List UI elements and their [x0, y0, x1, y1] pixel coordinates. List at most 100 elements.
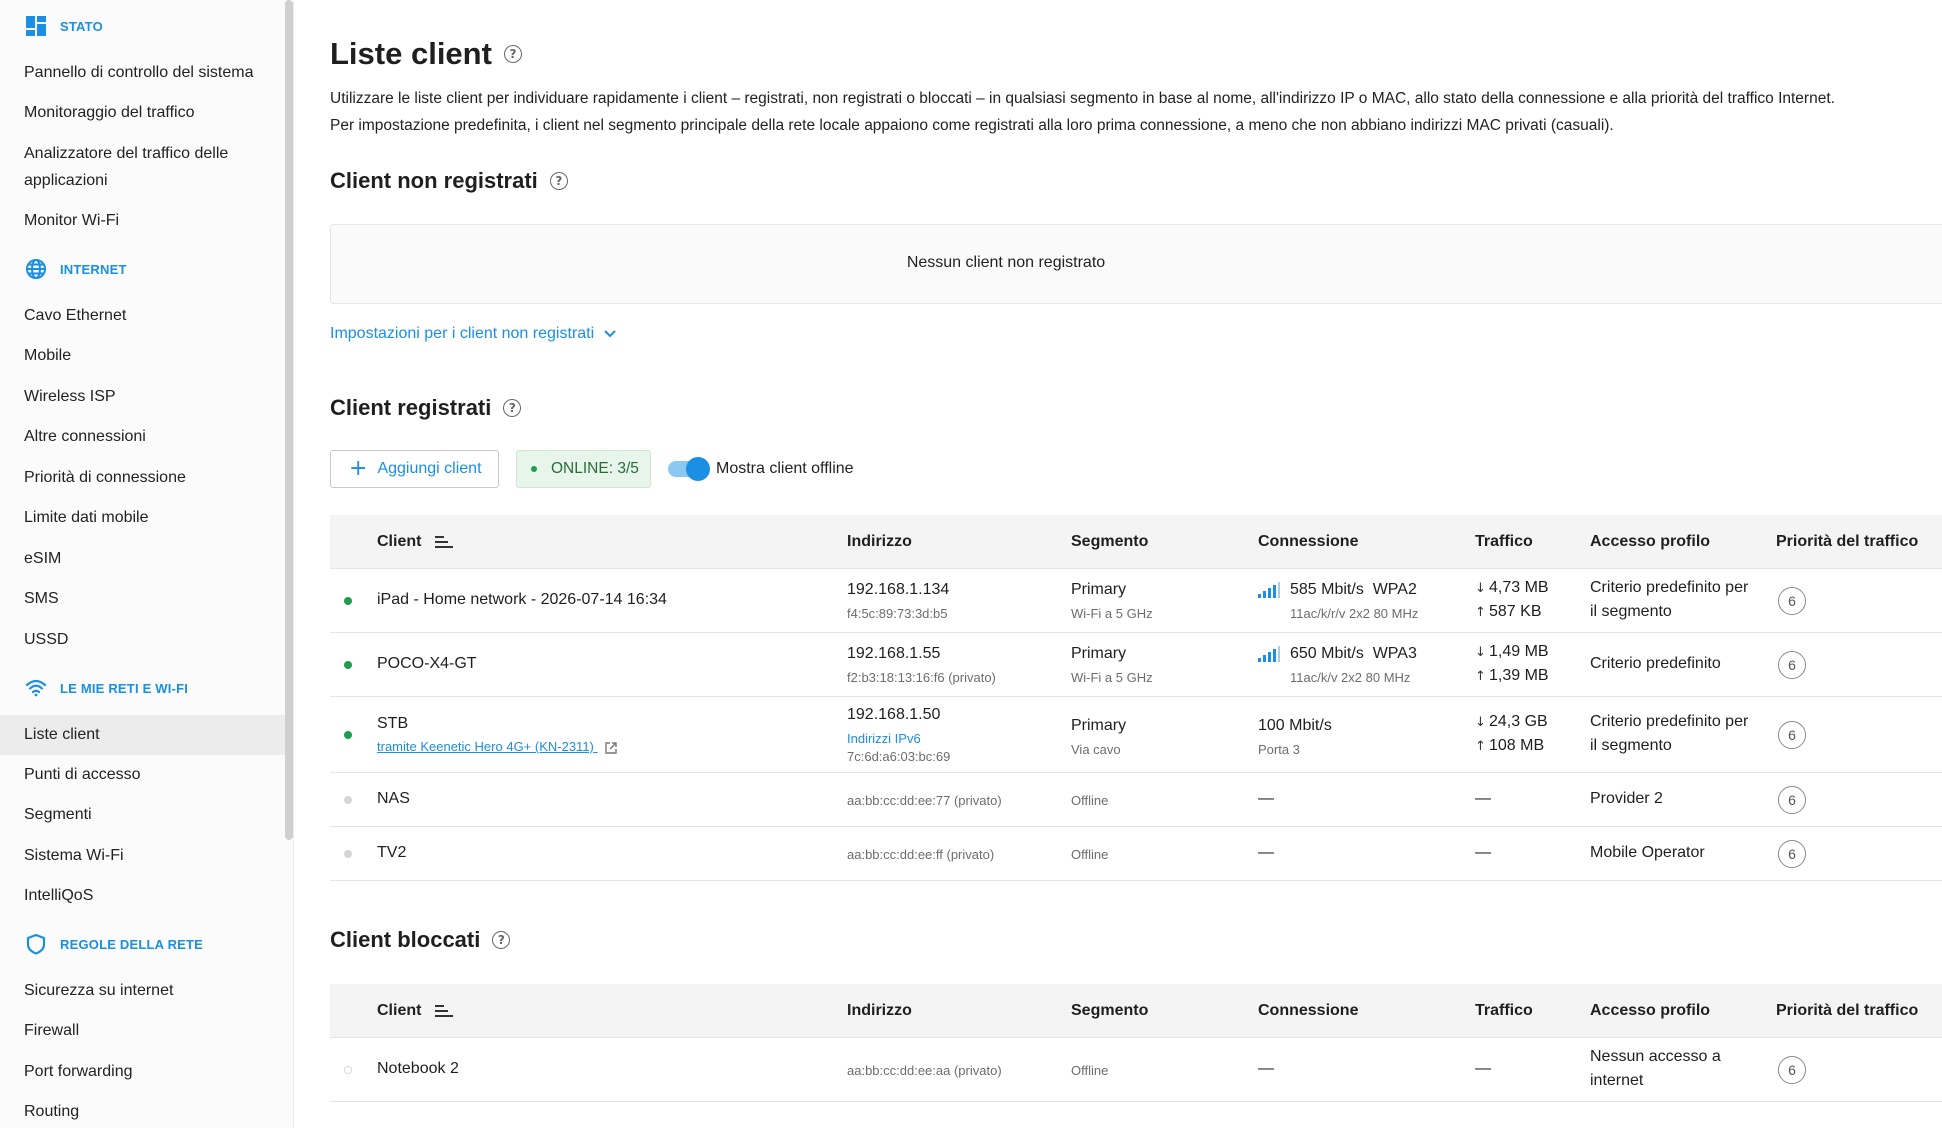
- client-mac: aa:bb:cc:dd:ee:aa (privato): [847, 1063, 1002, 1078]
- arrow-down-icon: ↓: [1475, 581, 1486, 596]
- table-row[interactable]: TV2 aa:bb:cc:dd:ee:ff (privato) Offline …: [330, 827, 1942, 881]
- client-segment: Primary: [1071, 581, 1127, 598]
- table-row[interactable]: iPad - Home network - 2026-07-14 16:34 1…: [330, 569, 1942, 633]
- blocked-clients-table: Client Indirizzo Segmento Connessione Tr…: [330, 984, 1942, 1104]
- help-icon[interactable]: ?: [492, 931, 511, 949]
- table-row[interactable]: STB tramite Keenetic Hero 4G+ (KN-2311) …: [330, 697, 1942, 773]
- sidebar-item-other-connections[interactable]: Altre connessioni: [0, 423, 285, 450]
- client-name[interactable]: iPad - Home network - 2026-07-14 16:34: [377, 591, 667, 609]
- profile-access-line2[interactable]: internet: [1590, 1072, 1643, 1090]
- sidebar-item-app-analyzer-line2[interactable]: applicazioni: [0, 167, 285, 194]
- sidebar-item-dashboard[interactable]: Pannello di controllo del sistema: [0, 59, 285, 86]
- sidebar-item-wisp[interactable]: Wireless ISP: [0, 383, 285, 410]
- traffic-priority-badge[interactable]: 6: [1778, 721, 1806, 749]
- sidebar-item-ussd[interactable]: USSD: [0, 626, 285, 653]
- sidebar-item-port-forwarding[interactable]: Port forwarding: [0, 1058, 285, 1085]
- unregistered-settings-link[interactable]: Impostazioni per i client non registrati: [330, 325, 618, 343]
- sidebar-item-wifi-system[interactable]: Sistema Wi-Fi: [0, 842, 285, 869]
- registered-clients-heading: Client registrati ?: [330, 395, 522, 421]
- sidebar-scrollbar[interactable]: [285, 0, 293, 840]
- sidebar-item-client-lists[interactable]: Liste client: [0, 715, 285, 755]
- status-offline-icon: [344, 796, 352, 804]
- sidebar-section-networks[interactable]: LE MIE RETI E WI-FI: [24, 674, 188, 702]
- table-header: Client Indirizzo Segmento Connessione Tr…: [330, 515, 1942, 569]
- sidebar-item-connection-priority[interactable]: Priorità di connessione: [0, 464, 285, 491]
- traffic-rx-value: 1,49 MB: [1489, 643, 1549, 660]
- sidebar-item-app-analyzer[interactable]: Analizzatore del traffico delle: [0, 140, 285, 167]
- traffic-priority-badge[interactable]: 6: [1778, 587, 1806, 615]
- column-header-client[interactable]: Client: [377, 533, 454, 551]
- sidebar-item-firewall[interactable]: Firewall: [0, 1017, 285, 1044]
- traffic-priority-badge[interactable]: 6: [1778, 840, 1806, 868]
- sidebar-item-esim[interactable]: eSIM: [0, 545, 285, 572]
- client-name[interactable]: Notebook 2: [377, 1060, 459, 1078]
- section-title: Client bloccati: [330, 927, 481, 952]
- connection-speed: 585 Mbit/s WPA2: [1290, 581, 1417, 598]
- sidebar-item-sms[interactable]: SMS: [0, 585, 285, 612]
- help-icon[interactable]: ?: [503, 399, 522, 417]
- sidebar-item-ethernet[interactable]: Cavo Ethernet: [0, 302, 285, 329]
- client-name[interactable]: POCO-X4-GT: [377, 655, 477, 673]
- sidebar-item-wifi-monitor[interactable]: Monitor Wi-Fi: [0, 207, 285, 234]
- client-name[interactable]: TV2: [377, 844, 406, 862]
- profile-access-line1[interactable]: Criterio predefinito per: [1590, 579, 1748, 597]
- traffic-priority-badge[interactable]: 6: [1778, 651, 1806, 679]
- registered-toolbar: + Aggiungi client ONLINE: 3/5 Mostra cli…: [330, 450, 1230, 488]
- unregistered-clients-empty-state: Nessun client non registrato: [330, 224, 1942, 304]
- column-header-traffic: Traffico: [1475, 533, 1533, 550]
- traffic-priority-badge[interactable]: 6: [1778, 786, 1806, 814]
- ipv6-addresses-link[interactable]: Indirizzi IPv6: [847, 731, 921, 746]
- sidebar-item-mobile[interactable]: Mobile: [0, 342, 285, 369]
- profile-access-line2[interactable]: il segmento: [1590, 737, 1672, 755]
- show-offline-toggle[interactable]: [668, 457, 710, 481]
- profile-access-line1[interactable]: Provider 2: [1590, 790, 1663, 808]
- client-name[interactable]: NAS: [377, 790, 410, 808]
- add-client-button[interactable]: + Aggiungi client: [330, 450, 499, 488]
- profile-access-line1[interactable]: Criterio predefinito: [1590, 655, 1721, 673]
- client-name[interactable]: STB: [377, 715, 408, 733]
- registered-clients-table: Client Indirizzo Segmento Connessione Tr…: [330, 515, 1942, 881]
- sidebar-item-traffic-monitor[interactable]: Monitoraggio del traffico: [0, 99, 285, 126]
- sidebar-section-network-rules[interactable]: REGOLE DELLA RETE: [24, 930, 203, 958]
- status-blocked-icon: [344, 1066, 352, 1074]
- client-ip: 192.168.1.134: [847, 581, 950, 598]
- sidebar-section-stato[interactable]: STATO: [24, 12, 103, 40]
- online-dot-icon: [531, 466, 537, 472]
- profile-access-line1[interactable]: Criterio predefinito per: [1590, 713, 1748, 731]
- chevron-down-icon: [602, 326, 618, 342]
- traffic-tx-value: 1,39 MB: [1489, 667, 1549, 684]
- sidebar-item-internet-safety[interactable]: Sicurezza su internet: [0, 977, 285, 1004]
- profile-access-line1[interactable]: Mobile Operator: [1590, 844, 1705, 862]
- traffic-priority-badge[interactable]: 6: [1778, 1056, 1806, 1084]
- client-segment-type: Offline: [1071, 847, 1109, 862]
- traffic-tx-value: 108 MB: [1489, 737, 1545, 754]
- mesh-node-link-text: tramite Keenetic Hero 4G+ (KN-2311): [377, 739, 594, 754]
- section-title: Client registrati: [330, 395, 492, 420]
- column-header-connection: Connessione: [1258, 1002, 1359, 1019]
- column-header-client[interactable]: Client: [377, 1002, 454, 1020]
- table-row[interactable]: Notebook 2 aa:bb:cc:dd:ee:aa (privato) O…: [330, 1038, 1942, 1102]
- sort-icon[interactable]: [435, 1004, 454, 1018]
- profile-access-line1[interactable]: Nessun accesso a: [1590, 1048, 1721, 1066]
- online-count-badge: ONLINE: 3/5: [516, 450, 651, 488]
- table-row[interactable]: POCO-X4-GT 192.168.1.55 f2:b3:18:13:16:f…: [330, 633, 1942, 697]
- table-row[interactable]: NAS aa:bb:cc:dd:ee:77 (privato) Offline …: [330, 773, 1942, 827]
- sidebar-item-mobile-data-limit[interactable]: Limite dati mobile: [0, 504, 285, 531]
- dashboard-icon: [24, 14, 48, 38]
- profile-access-line2[interactable]: il segmento: [1590, 603, 1672, 621]
- sidebar-item-segments[interactable]: Segmenti: [0, 801, 285, 828]
- help-icon[interactable]: ?: [549, 172, 568, 190]
- connection-details: 11ac/k/r/v 2x2 80 MHz: [1290, 606, 1419, 621]
- sidebar-item-intelliqos[interactable]: IntelliQoS: [0, 882, 285, 909]
- traffic-tx: ↑ 1,39 MB: [1475, 667, 1549, 685]
- client-segment-type: Via cavo: [1071, 742, 1121, 757]
- client-segment: Primary: [1071, 717, 1127, 734]
- mesh-node-link[interactable]: tramite Keenetic Hero 4G+ (KN-2311): [377, 739, 618, 755]
- sidebar-section-internet[interactable]: INTERNET: [24, 255, 127, 283]
- client-mac: f4:5c:89:73:3d:b5: [847, 606, 948, 621]
- sidebar-item-routing[interactable]: Routing: [0, 1098, 285, 1125]
- sidebar-item-access-points[interactable]: Punti di accesso: [0, 761, 285, 788]
- help-icon[interactable]: ?: [503, 45, 522, 63]
- sort-icon[interactable]: [435, 535, 454, 549]
- wifi-icon: [24, 676, 48, 700]
